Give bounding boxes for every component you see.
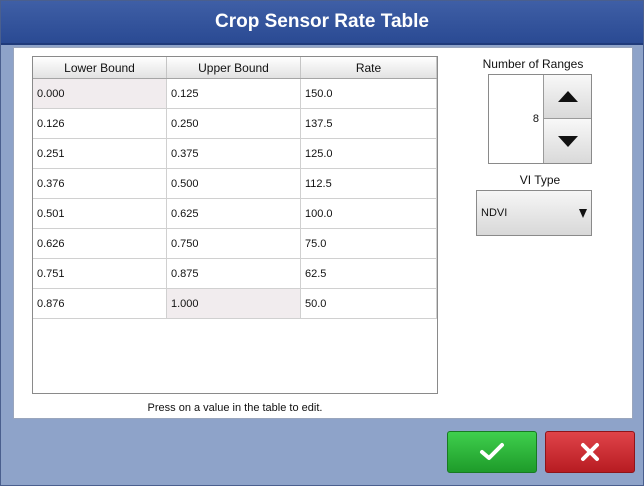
lower-bound-cell[interactable]: 0.251 [33, 139, 167, 168]
content-panel: Lower Bound Upper Bound Rate 0.000 0.125… [13, 47, 633, 419]
upper-bound-cell[interactable]: 0.125 [167, 79, 301, 108]
dropdown-arrow-icon [579, 208, 587, 218]
upper-bound-cell[interactable]: 1.000 [167, 289, 301, 318]
lower-bound-cell[interactable]: 0.126 [33, 109, 167, 138]
table-row: 0.876 1.000 50.0 [33, 289, 437, 319]
dialog-frame: Crop Sensor Rate Table Lower Bound Upper… [0, 0, 644, 486]
lower-bound-cell[interactable]: 0.000 [33, 79, 167, 108]
arrow-up-icon [557, 91, 578, 102]
upper-bound-cell[interactable]: 0.875 [167, 259, 301, 288]
lower-bound-cell[interactable]: 0.876 [33, 289, 167, 318]
column-header-rate: Rate [301, 57, 437, 78]
dialog-title: Crop Sensor Rate Table [1, 1, 643, 45]
rate-cell[interactable]: 50.0 [301, 289, 437, 318]
upper-bound-cell[interactable]: 0.375 [167, 139, 301, 168]
table-row: 0.501 0.625 100.0 [33, 199, 437, 229]
vi-type-dropdown[interactable]: NDVI [476, 190, 592, 236]
rate-cell[interactable]: 75.0 [301, 229, 437, 258]
table-row: 0.251 0.375 125.0 [33, 139, 437, 169]
column-header-lower-bound: Lower Bound [33, 57, 167, 78]
rate-cell[interactable]: 112.5 [301, 169, 437, 198]
table-row: 0.000 0.125 150.0 [33, 79, 437, 109]
x-icon [581, 443, 599, 461]
lower-bound-cell[interactable]: 0.626 [33, 229, 167, 258]
vi-type-value: NDVI [481, 207, 508, 219]
checkmark-icon [480, 443, 504, 460]
decrement-button[interactable] [543, 119, 591, 163]
upper-bound-cell[interactable]: 0.625 [167, 199, 301, 228]
rate-cell[interactable]: 62.5 [301, 259, 437, 288]
rate-cell[interactable]: 125.0 [301, 139, 437, 168]
arrow-down-icon [557, 135, 578, 147]
confirm-button[interactable] [447, 431, 537, 473]
rate-cell[interactable]: 150.0 [301, 79, 437, 108]
vi-type-label: VI Type [519, 173, 561, 187]
rate-table: Lower Bound Upper Bound Rate 0.000 0.125… [32, 56, 438, 394]
number-of-ranges-stepper: 8 [488, 74, 592, 164]
rate-cell[interactable]: 137.5 [301, 109, 437, 138]
table-row: 0.751 0.875 62.5 [33, 259, 437, 289]
number-of-ranges-value[interactable]: 8 [489, 75, 543, 163]
upper-bound-cell[interactable]: 0.500 [167, 169, 301, 198]
column-header-upper-bound: Upper Bound [167, 57, 301, 78]
lower-bound-cell[interactable]: 0.501 [33, 199, 167, 228]
increment-button[interactable] [543, 75, 591, 119]
table-header: Lower Bound Upper Bound Rate [33, 57, 437, 79]
lower-bound-cell[interactable]: 0.376 [33, 169, 167, 198]
upper-bound-cell[interactable]: 0.750 [167, 229, 301, 258]
table-row: 0.376 0.500 112.5 [33, 169, 437, 199]
table-row: 0.126 0.250 137.5 [33, 109, 437, 139]
lower-bound-cell[interactable]: 0.751 [33, 259, 167, 288]
table-row: 0.626 0.750 75.0 [33, 229, 437, 259]
cancel-button[interactable] [545, 431, 635, 473]
rate-cell[interactable]: 100.0 [301, 199, 437, 228]
number-of-ranges-label: Number of Ranges [482, 57, 584, 71]
edit-hint-text: Press on a value in the table to edit. [147, 402, 323, 414]
upper-bound-cell[interactable]: 0.250 [167, 109, 301, 138]
